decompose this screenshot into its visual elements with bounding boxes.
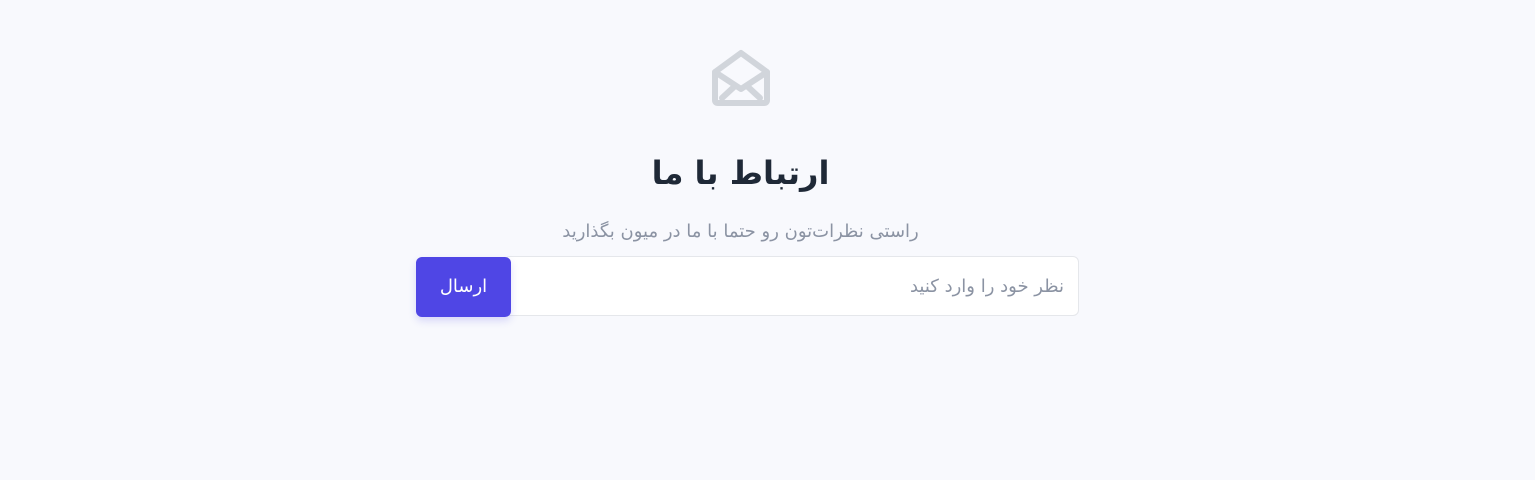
- comment-form: ارسال: [416, 256, 1081, 318]
- send-button[interactable]: ارسال: [416, 257, 511, 317]
- comment-input[interactable]: [504, 256, 1079, 316]
- page-title: ارتباط با ما: [651, 154, 830, 193]
- envelope-open-icon: [710, 49, 772, 107]
- contact-page: ارتباط با ما راستی نظرات‌تون رو حتما با …: [0, 0, 1535, 480]
- page-subtitle: راستی نظرات‌تون رو حتما با ما در میون بگ…: [562, 221, 919, 242]
